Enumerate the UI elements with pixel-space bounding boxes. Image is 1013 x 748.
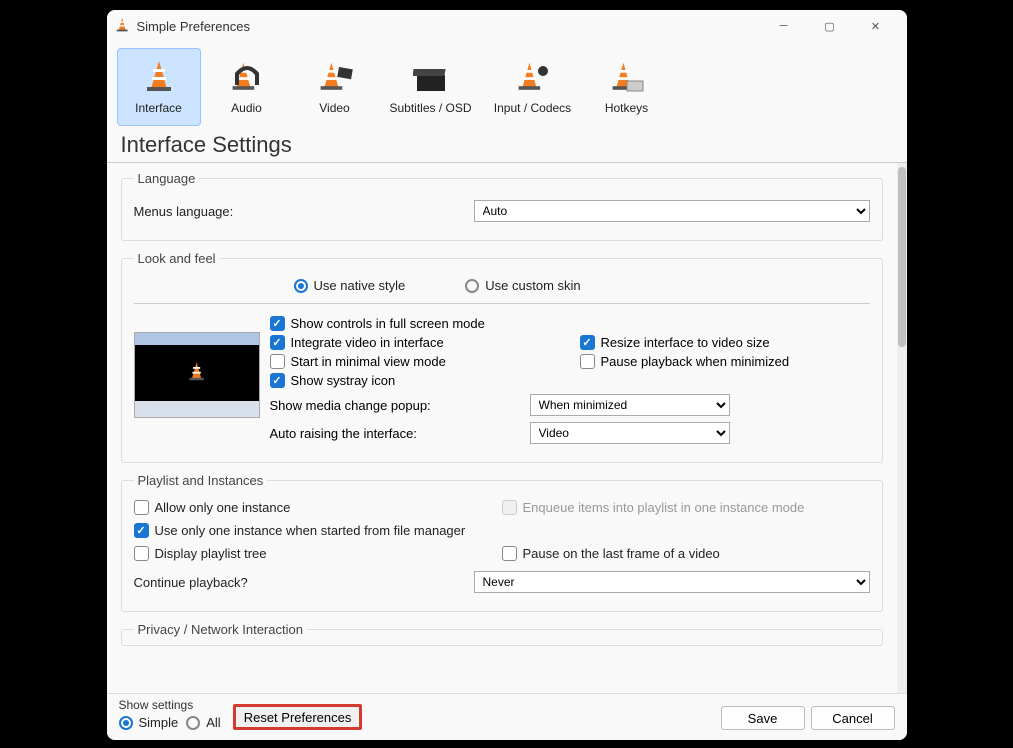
pause-minimized-check[interactable]: Pause playback when minimized — [580, 354, 870, 369]
film-icon — [315, 59, 355, 99]
keyboard-icon — [607, 59, 647, 99]
integrate-video-check[interactable]: Integrate video in interface — [270, 335, 560, 350]
custom-skin-radio[interactable]: Use custom skin — [465, 278, 580, 293]
tab-subtitles[interactable]: Subtitles / OSD — [381, 48, 481, 126]
page-heading: Interface Settings — [107, 126, 907, 163]
continue-playback-select[interactable]: Never — [474, 571, 870, 593]
language-group: Language Menus language: Auto — [121, 171, 883, 241]
menus-language-label: Menus language: — [134, 204, 474, 219]
tab-hotkeys[interactable]: Hotkeys — [585, 48, 669, 126]
save-button[interactable]: Save — [721, 706, 805, 730]
show-settings-label: Show settings — [119, 698, 221, 712]
privacy-group: Privacy / Network Interaction — [121, 622, 883, 646]
interface-preview — [134, 332, 260, 418]
reset-preferences-button[interactable]: Reset Preferences — [233, 704, 363, 730]
auto-raise-select[interactable]: Video — [530, 422, 730, 444]
tab-video[interactable]: Video — [293, 48, 377, 126]
settings-content: Language Menus language: Auto Look and f… — [107, 163, 897, 693]
show-controls-check[interactable]: Show controls in full screen mode — [270, 316, 870, 331]
start-minimal-check[interactable]: Start in minimal view mode — [270, 354, 560, 369]
tab-interface[interactable]: Interface — [117, 48, 201, 126]
one-instance-check[interactable]: Allow only one instance — [134, 500, 502, 515]
look-feel-group: Look and feel Use native style Use custo… — [121, 251, 883, 463]
tab-input-codecs[interactable]: Input / Codecs — [485, 48, 581, 126]
maximize-button[interactable]: ▢ — [807, 10, 853, 42]
tab-audio[interactable]: Audio — [205, 48, 289, 126]
media-change-label: Show media change popup: — [270, 398, 530, 413]
window-title: Simple Preferences — [137, 19, 761, 34]
show-all-radio[interactable]: All — [186, 715, 220, 730]
category-tabs: Interface Audio Video Subtitles / OSD In… — [107, 42, 907, 126]
clapper-icon — [411, 59, 451, 99]
preferences-window: Simple Preferences ─ ▢ ✕ Interface Audio… — [107, 10, 907, 740]
file-manager-instance-check[interactable]: Use only one instance when started from … — [134, 523, 870, 538]
dialog-footer: Show settings Simple All Reset Preferenc… — [107, 693, 907, 740]
minimize-button[interactable]: ─ — [761, 10, 807, 42]
auto-raise-label: Auto raising the interface: — [270, 426, 530, 441]
native-style-radio[interactable]: Use native style — [294, 278, 406, 293]
close-button[interactable]: ✕ — [853, 10, 899, 42]
playlist-tree-check[interactable]: Display playlist tree — [134, 546, 502, 561]
playlist-group: Playlist and Instances Allow only one in… — [121, 473, 883, 612]
continue-playback-label: Continue playback? — [134, 575, 474, 590]
resize-interface-check[interactable]: Resize interface to video size — [580, 335, 870, 350]
vertical-scrollbar[interactable] — [897, 163, 907, 693]
show-simple-radio[interactable]: Simple — [119, 715, 179, 730]
pause-last-frame-check[interactable]: Pause on the last frame of a video — [502, 546, 870, 561]
enqueue-check: Enqueue items into playlist in one insta… — [502, 500, 870, 515]
cone-icon — [139, 59, 179, 99]
app-icon — [115, 17, 131, 36]
menus-language-select[interactable]: Auto — [474, 200, 870, 222]
window-controls: ─ ▢ ✕ — [761, 10, 899, 42]
media-change-select[interactable]: When minimized — [530, 394, 730, 416]
titlebar: Simple Preferences ─ ▢ ✕ — [107, 10, 907, 42]
headphones-icon — [227, 59, 267, 99]
cancel-button[interactable]: Cancel — [811, 706, 895, 730]
systray-check[interactable]: Show systray icon — [270, 373, 870, 388]
plug-icon — [513, 59, 553, 99]
